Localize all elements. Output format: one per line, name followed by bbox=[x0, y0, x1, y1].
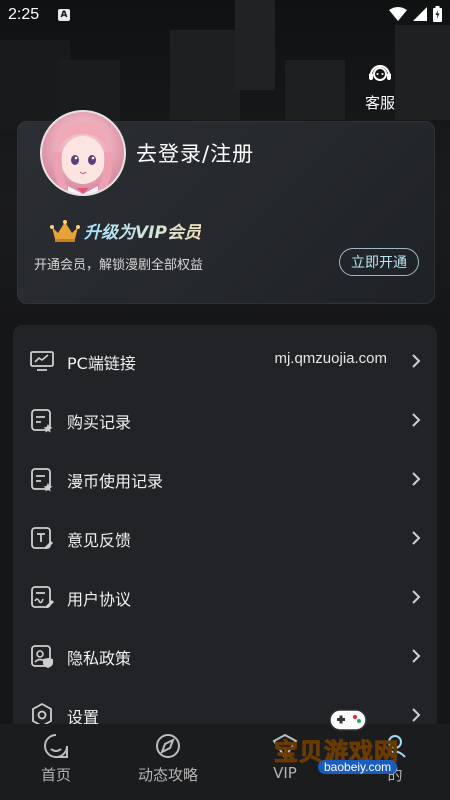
tab-home[interactable]: 首页 bbox=[11, 732, 101, 785]
privacy-icon bbox=[31, 645, 53, 668]
vip-description: 开通会员，解锁漫剧全部权益 bbox=[34, 258, 204, 273]
menu-item-label: 购买记录 bbox=[67, 413, 132, 432]
chevron-right-icon bbox=[412, 590, 421, 604]
menu-item-purchase-record[interactable]: 购买记录 bbox=[13, 390, 437, 449]
login-register-link[interactable]: 去登录/注册 bbox=[136, 138, 254, 168]
status-time: 2:25 bbox=[8, 6, 40, 23]
customer-service-label: 客服 bbox=[364, 94, 395, 112]
watermark-url: baobeiy.com bbox=[318, 760, 398, 774]
compass-icon bbox=[156, 734, 180, 758]
menu-item-label: 意见反馈 bbox=[67, 531, 132, 550]
menu-item-label: 用户协议 bbox=[67, 590, 132, 609]
gamepad-icon bbox=[329, 709, 367, 731]
agreement-icon bbox=[31, 586, 54, 608]
chevron-right-icon bbox=[412, 531, 421, 545]
notification-icon: A bbox=[58, 9, 70, 21]
menu-item-privacy-policy[interactable]: 隐私政策 bbox=[13, 626, 437, 685]
menu-item-feedback[interactable]: 意见反馈 bbox=[13, 508, 437, 567]
vip-upgrade-row: 升级为VIP会员 bbox=[50, 218, 201, 243]
battery-icon bbox=[433, 6, 442, 22]
chevron-right-icon bbox=[412, 413, 421, 427]
settings-menu: PC端链接 mj.qmzuojia.com 购买记录 漫币使用记录 意见反馈 用… bbox=[13, 325, 437, 745]
watermark-logo: 宝贝游戏网 baobeiy.com bbox=[268, 702, 448, 792]
customer-service-button[interactable]: 客服 bbox=[358, 62, 402, 113]
chevron-right-icon bbox=[412, 354, 421, 368]
chevron-right-icon bbox=[412, 649, 421, 663]
pc-link-url: mj.qmzuojia.com bbox=[274, 350, 387, 367]
menu-item-user-agreement[interactable]: 用户协议 bbox=[13, 567, 437, 626]
status-bar: 2:25 A bbox=[0, 0, 450, 32]
coin-record-icon bbox=[31, 468, 53, 492]
feedback-icon bbox=[31, 527, 53, 549]
menu-item-label: 漫币使用记录 bbox=[67, 472, 164, 491]
signal-icon bbox=[413, 7, 427, 21]
tab-label: 首页 bbox=[40, 766, 71, 784]
headset-icon bbox=[369, 65, 391, 81]
avatar[interactable] bbox=[40, 110, 126, 196]
profile-card: 去登录/注册 升级为VIP会员 开通会员，解锁漫剧全部权益 立即开通 bbox=[17, 110, 435, 304]
vip-upgrade-title: 升级为VIP会员 bbox=[84, 218, 201, 243]
monitor-icon bbox=[30, 351, 54, 371]
home-icon bbox=[44, 734, 68, 758]
crown-icon bbox=[50, 219, 80, 242]
tab-guides[interactable]: 动态攻略 bbox=[123, 732, 213, 785]
menu-item-label: PC端链接 bbox=[67, 354, 136, 373]
menu-item-label: 隐私政策 bbox=[67, 649, 132, 668]
tab-label: 动态攻略 bbox=[137, 766, 198, 784]
anime-avatar-image bbox=[53, 121, 113, 194]
wifi-icon bbox=[389, 7, 407, 21]
menu-item-coin-record[interactable]: 漫币使用记录 bbox=[13, 449, 437, 508]
chevron-right-icon bbox=[412, 472, 421, 486]
vip-open-button[interactable]: 立即开通 bbox=[339, 248, 419, 276]
menu-item-pc-link[interactable]: PC端链接 mj.qmzuojia.com bbox=[13, 331, 437, 390]
record-icon bbox=[31, 409, 53, 433]
